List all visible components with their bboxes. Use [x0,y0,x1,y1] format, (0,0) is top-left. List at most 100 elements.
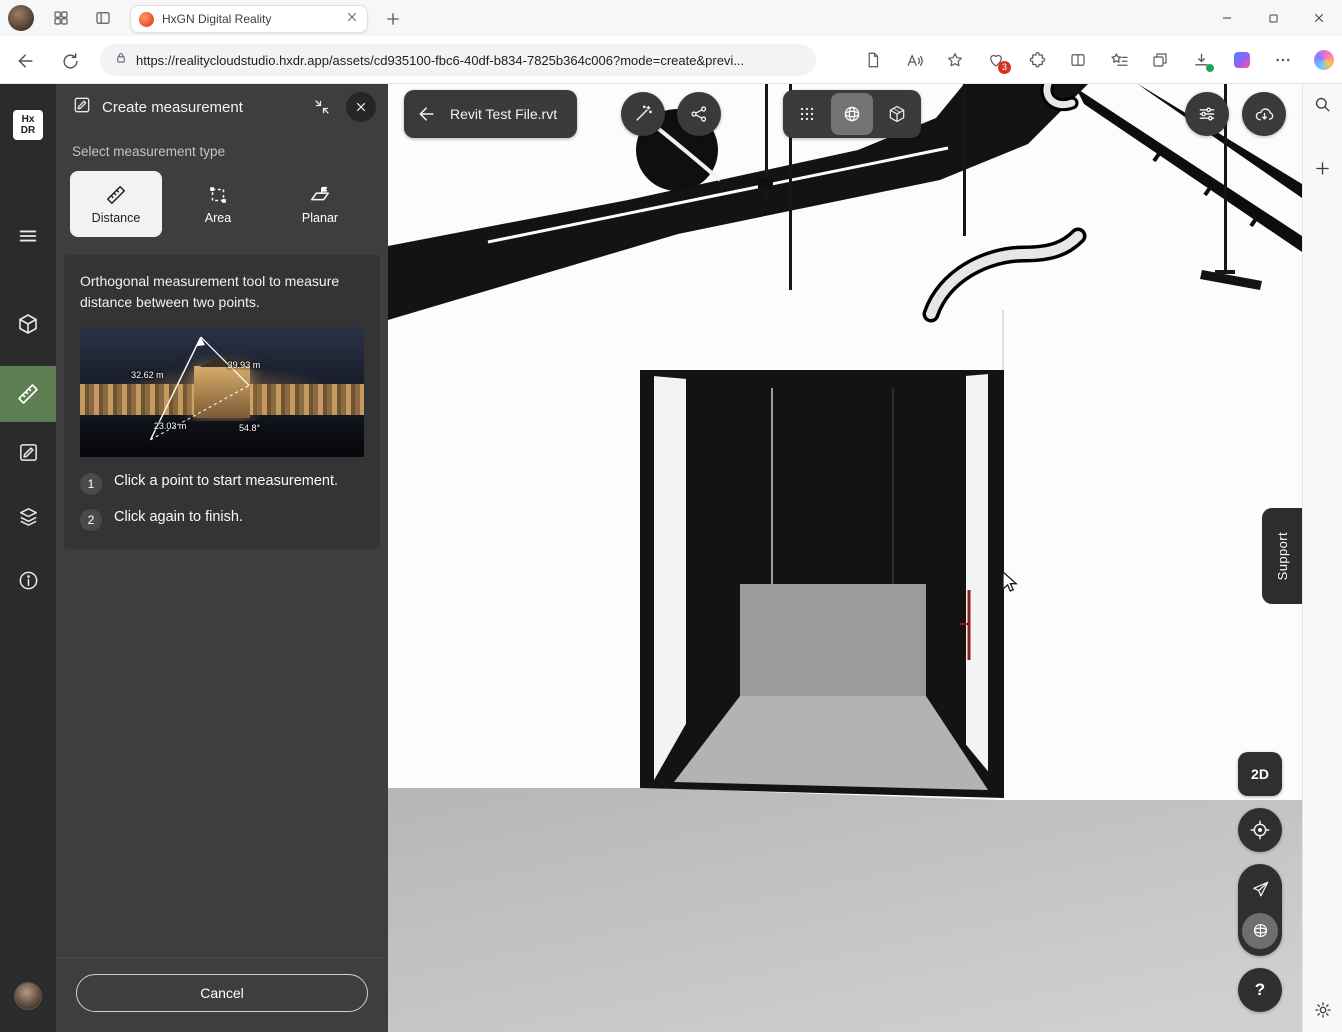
info-icon[interactable] [8,560,48,600]
copilot-icon[interactable] [1314,50,1334,70]
download-asset-button[interactable] [1242,92,1286,136]
wallet-icon-graphic [1234,52,1250,68]
floor [388,788,1302,1032]
panel-footer: Cancel [56,957,388,1032]
magic-wand-button[interactable] [621,92,665,136]
orbit-mode-button[interactable] [1242,913,1278,949]
download-complete-badge [1206,64,1214,72]
measurement-preview-image: 32.62 m 39.93 m 23.03 m 54.8° [80,327,364,457]
panel-header: Create measurement [56,84,388,130]
tool-description-card: Orthogonal measurement tool to measure d… [64,255,380,549]
help-button[interactable]: ? [1238,968,1282,1012]
site-lock-icon[interactable] [114,51,128,70]
type-distance-button[interactable]: Distance [70,171,162,237]
preview-measure-lines [80,327,364,457]
sidebar-add-icon[interactable] [1311,156,1335,180]
view-mode-group [783,90,921,138]
maximize-button[interactable] [1250,0,1296,36]
3d-viewport[interactable]: Revit Test File.rvt [388,84,1302,1032]
3d-scene [388,84,1302,1032]
hxdr-logo[interactable]: Hx DR [13,110,43,140]
share-button[interactable] [677,92,721,136]
copilot-icon-graphic [1314,50,1334,70]
tab-actions-icon[interactable] [92,7,114,29]
back-arrow-icon[interactable] [404,90,450,138]
toggle-2d-button[interactable]: 2D [1238,752,1282,796]
collapse-panel-icon[interactable] [308,93,336,121]
mesh-mode-button[interactable] [831,93,873,135]
magic-wand-icon [633,104,653,124]
type-area-button[interactable]: Area [172,171,264,237]
browser-tab[interactable]: HxGN Digital Reality [130,5,368,33]
area-icon [207,184,229,206]
point-cloud-mode-button[interactable] [786,93,828,135]
app-sidebar-rail: Hx DR [0,84,56,1032]
downloads-icon[interactable] [1191,50,1211,70]
wallet-icon[interactable] [1232,50,1252,70]
tool-description: Orthogonal measurement tool to measure d… [80,271,364,313]
recenter-button[interactable] [1238,808,1282,852]
essentials-badge: 3 [998,61,1011,74]
corridor-doorway [640,370,1004,798]
close-window-button[interactable] [1296,0,1342,36]
user-avatar[interactable] [14,982,42,1010]
create-measurement-panel: Create measurement Select measurement ty… [56,84,388,1032]
settings-menu-icon[interactable] [1273,50,1293,70]
display-settings-button[interactable] [1185,92,1229,136]
new-tab-icon[interactable] [382,8,404,30]
mesh-globe-icon [842,104,862,124]
measure-tool-active[interactable] [0,366,56,422]
minimize-button[interactable] [1204,0,1250,36]
refresh-icon[interactable] [58,49,82,73]
step-1-text: Click a point to start measurement. [114,471,338,492]
textured-mode-button[interactable] [876,93,918,135]
back-icon[interactable] [14,49,38,73]
preview-label-bottom: 23.03 m [154,421,187,431]
preview-label-angle: 54.8° [239,423,260,433]
sidebar-search-icon[interactable] [1311,92,1335,116]
reader-icon[interactable] [863,50,883,70]
favorites-hub-icon[interactable] [1109,50,1129,70]
menu-icon[interactable] [8,216,48,256]
read-aloud-icon[interactable] [904,50,924,70]
step-1: 1 Click a point to start measurement. [80,471,364,495]
fly-mode-button[interactable] [1242,872,1278,908]
workspaces-icon[interactable] [50,7,72,29]
support-tab-label: Support [1275,532,1290,580]
navigation-mode-pill [1238,864,1282,956]
step-2-text: Click again to finish. [114,507,243,528]
ruler-icon [16,382,40,406]
close-panel-icon[interactable] [346,92,376,122]
distance-ruler-icon [105,184,127,206]
tab-close-icon[interactable] [345,10,359,29]
measurement-type-label: Select measurement type [72,144,372,159]
toolbar-icons: 3 [863,36,1334,84]
file-header-pill: Revit Test File.rvt [404,90,577,138]
measure-pencil-icon [72,95,92,120]
favorite-star-icon[interactable] [945,50,965,70]
step-2-badge: 2 [80,509,102,531]
instruction-steps: 1 Click a point to start measurement. 2 … [80,471,364,531]
measurement-type-row: Distance Area Planar [70,171,374,237]
point-cloud-icon [797,104,817,124]
split-screen-icon[interactable] [1068,50,1088,70]
textured-model-icon [887,104,907,124]
globe-icon [1251,921,1270,940]
browser-profile-avatar[interactable] [8,5,34,31]
cancel-button[interactable]: Cancel [76,974,368,1012]
extensions-icon[interactable] [1027,50,1047,70]
annotate-pencil-icon[interactable] [8,432,48,472]
preview-label-left: 32.62 m [131,370,164,380]
browser-essentials-icon[interactable]: 3 [986,50,1006,70]
url-text: https://realitycloudstudio.hxdr.app/asse… [136,53,744,68]
support-tab[interactable]: Support [1262,508,1302,604]
collections-icon[interactable] [1150,50,1170,70]
sliders-icon [1197,104,1217,124]
file-name: Revit Test File.rvt [450,106,557,122]
assets-cube-icon[interactable] [8,304,48,344]
layers-icon[interactable] [8,496,48,536]
sidebar-settings-gear-icon[interactable] [1311,998,1335,1022]
type-planar-button[interactable]: Planar [274,171,366,237]
crosshair-icon [1249,819,1271,841]
address-bar[interactable]: https://realitycloudstudio.hxdr.app/asse… [100,44,816,76]
